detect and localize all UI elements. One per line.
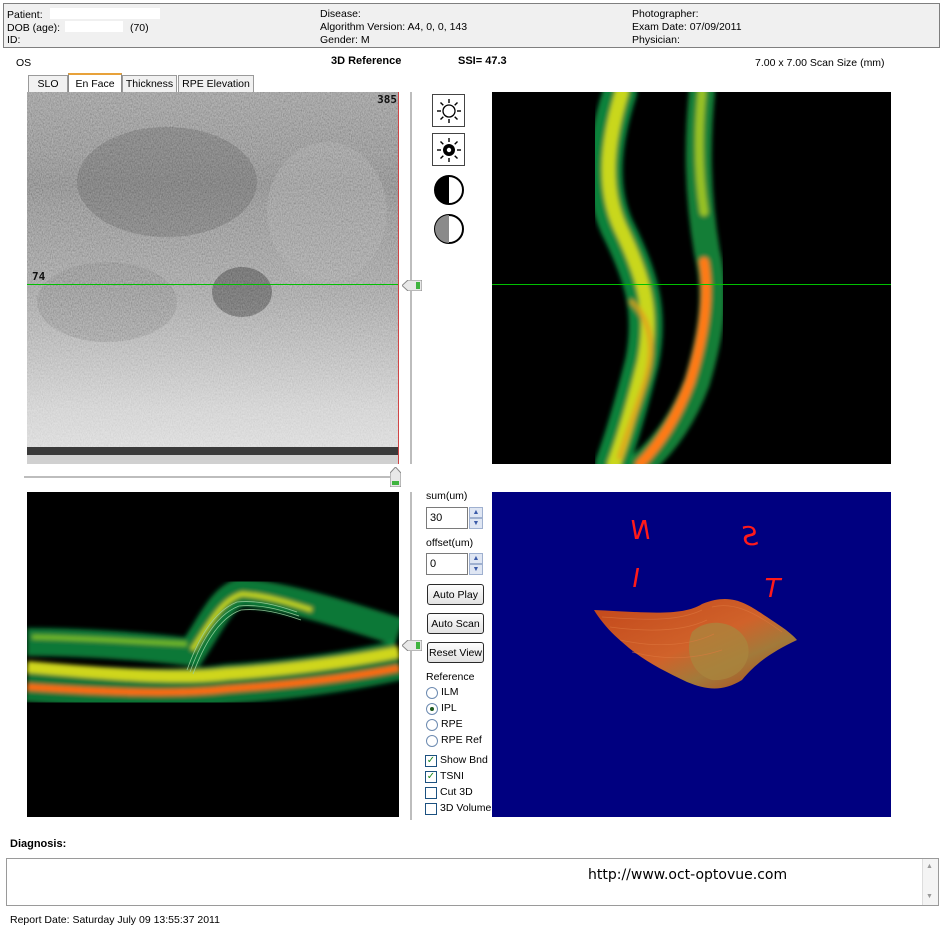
checkbox-show-bnd-label: Show Bnd xyxy=(440,754,488,766)
vertical-slider-handle[interactable] xyxy=(401,279,423,292)
tab-thickness-label: Thickness xyxy=(125,78,174,90)
offset-stepper[interactable]: ▲▼ xyxy=(426,553,483,575)
offset-input[interactable] xyxy=(426,553,468,575)
scroll-up-icon[interactable]: ▲ xyxy=(926,863,933,870)
diagnosis-scrollbar[interactable]: ▲ ▼ xyxy=(922,859,938,905)
bscan-slider-track[interactable] xyxy=(410,492,412,820)
id-label: ID: xyxy=(7,34,21,46)
brightness-up-icon[interactable] xyxy=(432,94,465,127)
checkbox-3d-volume-label: 3D Volume xyxy=(440,802,492,814)
photographer-label: Photographer: xyxy=(632,8,699,20)
bscan-slider-handle[interactable] xyxy=(401,639,423,652)
algorithm-version: Algorithm Version: A4, 0, 0, 143 xyxy=(320,21,468,33)
tab-rpe-elevation[interactable]: RPE Elevation xyxy=(178,75,254,93)
radio-ilm-icon[interactable] xyxy=(426,687,438,699)
offset-up-icon[interactable]: ▲ xyxy=(469,553,483,564)
exam-date: Exam Date: 07/09/2011 xyxy=(632,21,742,33)
radio-ipl-icon[interactable] xyxy=(426,703,438,715)
patient-label: Patient: xyxy=(7,9,43,21)
patient-row: Patient: xyxy=(7,8,160,22)
scan-size: 7.00 x 7.00 Scan Size (mm) xyxy=(755,57,885,69)
contrast-icon[interactable] xyxy=(432,173,465,206)
sum-label: sum(um) xyxy=(426,490,468,502)
radio-rpe-ref-label: RPE Ref xyxy=(441,734,482,746)
report-date: Report Date: Saturday July 09 13:55:37 2… xyxy=(10,914,220,926)
patient-age: (70) xyxy=(129,22,149,34)
checkbox-cut-3d-label: Cut 3D xyxy=(440,786,473,798)
brightness-down-icon[interactable] xyxy=(432,133,465,166)
sum-up-icon[interactable]: ▲ xyxy=(469,507,483,518)
gender: Gender: M xyxy=(320,34,370,46)
check-icon[interactable]: ✓ xyxy=(425,771,437,783)
auto-play-button[interactable]: Auto Play xyxy=(427,584,484,605)
en-face-line-index: 74 xyxy=(32,270,46,283)
sum-input[interactable] xyxy=(426,507,468,529)
reference-label: Reference xyxy=(426,671,475,683)
horizontal-slider-handle[interactable] xyxy=(389,466,402,488)
page-title: 3D Reference xyxy=(331,55,402,67)
dob-label: DOB (age): xyxy=(7,22,61,34)
checkbox-empty-icon[interactable] xyxy=(425,787,437,799)
website-url: http://www.oct-optovue.com xyxy=(588,867,788,883)
tab-en-face[interactable]: En Face xyxy=(68,73,122,93)
tab-thickness[interactable]: Thickness xyxy=(122,75,177,93)
offset-label: offset(um) xyxy=(426,537,474,549)
radio-rpe-label: RPE xyxy=(441,718,463,730)
contrast-low-icon[interactable] xyxy=(432,212,465,245)
reset-view-button[interactable]: Reset View xyxy=(427,642,484,663)
report-header: Patient: DOB (age): (70) ID: Disease: Al… xyxy=(3,3,940,48)
en-face-red-edge xyxy=(398,92,399,464)
scroll-down-icon[interactable]: ▼ xyxy=(926,893,933,900)
id-row: ID: xyxy=(7,34,20,47)
diagnosis-textarea[interactable]: http://www.oct-optovue.com ▲ ▼ xyxy=(6,858,939,906)
scan-line-horizontal xyxy=(27,284,399,285)
vertical-bscan-scan-line xyxy=(492,284,891,285)
ssi-value: SSI= 47.3 xyxy=(458,55,507,67)
en-face-image[interactable]: 385 74 xyxy=(27,92,399,464)
tab-en-face-label: En Face xyxy=(75,78,115,90)
dob-row: DOB (age): (70) xyxy=(7,21,149,35)
sum-down-icon[interactable]: ▼ xyxy=(469,518,483,529)
dob-redacted xyxy=(65,21,124,32)
offset-down-icon[interactable]: ▼ xyxy=(469,564,483,575)
radio-ipl-label: IPL xyxy=(441,702,457,714)
vertical-slider-track[interactable] xyxy=(410,92,412,464)
patient-name-redacted xyxy=(49,8,160,19)
radio-rpe-icon[interactable] xyxy=(426,719,438,731)
vertical-bscan-image[interactable] xyxy=(492,92,891,464)
radio-ilm-label: ILM xyxy=(441,686,459,698)
en-face-slice-index: 385 xyxy=(377,93,397,106)
diagnosis-label: Diagnosis: xyxy=(10,838,67,850)
tab-slo[interactable]: SLO xyxy=(28,75,68,93)
check-icon[interactable]: ✓ xyxy=(425,755,437,767)
physician-label: Physician: xyxy=(632,34,680,46)
tab-rpe-elevation-label: RPE Elevation xyxy=(182,78,250,90)
horizontal-bscan-image[interactable] xyxy=(27,492,399,817)
horizontal-slider-track[interactable] xyxy=(24,476,398,478)
tab-slo-label: SLO xyxy=(37,78,59,90)
checkbox-empty-icon[interactable] xyxy=(425,803,437,815)
disease-label: Disease: xyxy=(320,8,361,20)
checkbox-tsni-label: TSNI xyxy=(440,770,464,782)
volume-3d-view[interactable]: N S I T xyxy=(492,492,891,817)
sum-stepper[interactable]: ▲▼ xyxy=(426,507,483,529)
radio-rpe-ref-icon[interactable] xyxy=(426,735,438,747)
eye-label: OS xyxy=(16,57,32,69)
auto-scan-button[interactable]: Auto Scan xyxy=(427,613,484,634)
